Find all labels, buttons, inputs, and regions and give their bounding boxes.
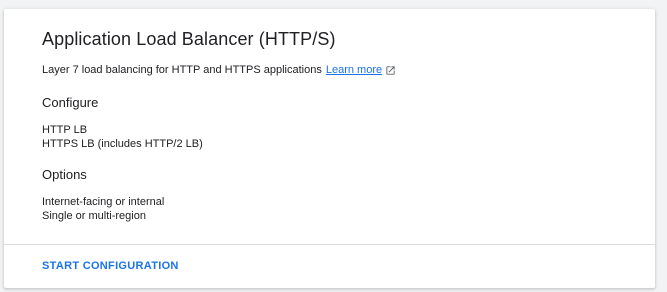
start-configuration-button[interactable]: START CONFIGURATION bbox=[42, 260, 179, 272]
configure-heading: Configure bbox=[42, 95, 99, 110]
options-heading: Options bbox=[42, 167, 87, 182]
learn-more-link[interactable]: Learn more bbox=[326, 64, 382, 76]
card-title: Application Load Balancer (HTTP/S) bbox=[42, 29, 336, 49]
open-in-new-icon[interactable] bbox=[385, 65, 396, 76]
description-text: Layer 7 load balancing for HTTP and HTTP… bbox=[42, 64, 322, 76]
card-divider bbox=[4, 244, 655, 245]
option-item-internet-facing: Internet-facing or internal bbox=[42, 196, 165, 208]
load-balancer-card: Application Load Balancer (HTTP/S) Layer… bbox=[4, 9, 655, 288]
configure-item-https-lb: HTTPS LB (includes HTTP/2 LB) bbox=[42, 138, 203, 150]
option-item-region: Single or multi-region bbox=[42, 210, 146, 222]
configure-item-http-lb: HTTP LB bbox=[42, 124, 88, 136]
card-description: Layer 7 load balancing for HTTP and HTTP… bbox=[42, 64, 396, 76]
